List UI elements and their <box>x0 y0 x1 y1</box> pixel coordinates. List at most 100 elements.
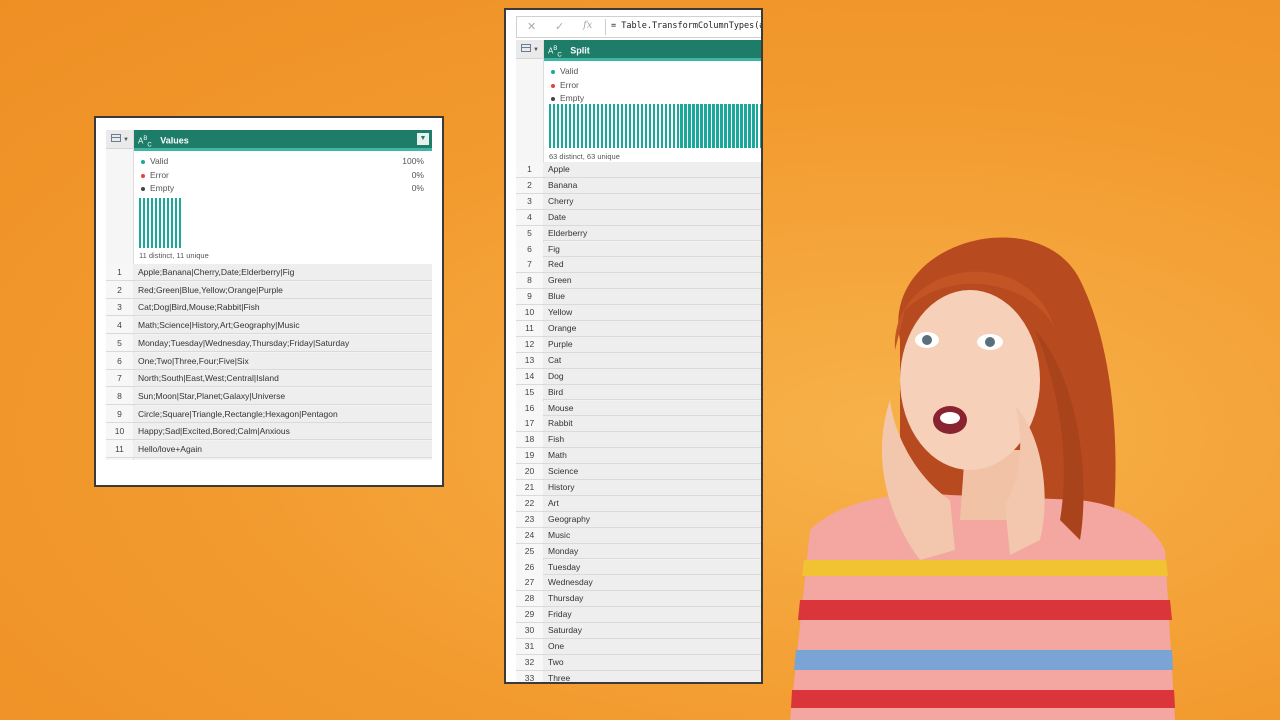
distribution-bar[interactable] <box>166 198 170 248</box>
table-row[interactable]: 24 Music <box>516 527 761 544</box>
cell-value[interactable]: Dog <box>548 369 564 385</box>
table-row[interactable]: 20 Science <box>516 464 761 480</box>
distribution-bar[interactable] <box>608 104 612 148</box>
distribution-bar[interactable] <box>724 104 727 148</box>
cell-value[interactable]: Hello/love+Again <box>138 441 202 458</box>
distribution-bar[interactable] <box>580 104 584 148</box>
distribution-bar[interactable] <box>640 104 643 148</box>
distribution-bar[interactable] <box>556 104 560 148</box>
distribution-bar[interactable] <box>592 104 596 148</box>
cell-value[interactable]: Two <box>548 655 564 671</box>
distribution-bar[interactable] <box>696 104 699 148</box>
column-header-values[interactable]: ABC Values ▼ <box>134 130 432 148</box>
cell-value[interactable]: History <box>548 480 574 496</box>
distribution-bar[interactable] <box>728 104 731 148</box>
table-row[interactable]: 2 Banana <box>516 177 761 194</box>
distribution-bar[interactable] <box>652 104 655 148</box>
table-row[interactable]: 16 Mouse <box>516 400 761 417</box>
distribution-bar[interactable] <box>142 198 146 248</box>
column-header-split[interactable]: ABC Split <box>544 40 761 58</box>
table-row[interactable]: 9 Blue <box>516 289 761 306</box>
cell-value[interactable]: Red;Green|Blue,Yellow;Orange|Purple <box>138 282 283 299</box>
distribution-bar[interactable] <box>692 104 695 148</box>
distribution-bar[interactable] <box>178 198 182 248</box>
cell-value[interactable]: Saturday <box>548 623 582 639</box>
cell-value[interactable]: Apple <box>548 162 570 178</box>
distribution-bar[interactable] <box>628 104 631 148</box>
table-row[interactable]: 32 Two <box>516 654 761 671</box>
cell-value[interactable]: Cherry <box>548 194 574 210</box>
table-row[interactable]: 31 One <box>516 639 761 655</box>
cell-value[interactable]: Banana <box>548 178 577 194</box>
distribution-bar[interactable] <box>684 104 687 148</box>
distribution-bar[interactable] <box>716 104 719 148</box>
cell-value[interactable]: Friday <box>548 607 572 623</box>
cell-value[interactable]: Fish <box>548 432 564 448</box>
table-row[interactable]: 11 Orange <box>516 321 761 337</box>
distribution-bar[interactable] <box>708 104 711 148</box>
distribution-bar[interactable] <box>700 104 703 148</box>
cell-value[interactable]: Monday <box>548 544 578 560</box>
table-row[interactable]: 9 Circle;Square|Triangle,Rectangle;Hexago… <box>106 405 432 423</box>
distribution-bar[interactable] <box>680 104 683 148</box>
table-row[interactable]: 30 Saturday <box>516 623 761 639</box>
table-row[interactable]: 3 Cherry <box>516 193 761 210</box>
distribution-bar[interactable] <box>624 104 627 148</box>
distribution-bar[interactable] <box>740 104 743 148</box>
distribution-bar[interactable] <box>748 104 751 148</box>
cell-value[interactable]: Thursday <box>548 591 583 607</box>
cell-value[interactable]: Three <box>548 671 570 682</box>
cell-value[interactable]: Rabbit <box>548 416 573 432</box>
table-row[interactable]: 22 Art <box>516 495 761 512</box>
cell-value[interactable]: Bird <box>548 385 563 401</box>
cell-value[interactable]: North;South|East,West;Central|Island <box>138 370 279 387</box>
cell-value[interactable]: Blue <box>548 289 565 305</box>
table-row[interactable]: 3 Cat;Dog|Bird,Mouse;Rabbit|Fish <box>106 299 432 317</box>
cell-value[interactable]: Math <box>548 448 567 464</box>
table-row[interactable]: 12 Purple <box>516 336 761 353</box>
cell-value[interactable]: Fig <box>548 242 560 258</box>
distribution-bar[interactable] <box>174 198 178 248</box>
table-row[interactable]: 10 Happy;Sad|Excited,Bored;Calm|Anxious <box>106 423 432 441</box>
table-row[interactable]: 6 One;Two|Three,Four;Five|Six <box>106 352 432 370</box>
distribution-bar[interactable] <box>704 104 707 148</box>
cell-value[interactable]: Music <box>548 528 570 544</box>
table-row[interactable]: 13 Cat <box>516 352 761 369</box>
cell-value[interactable]: Tuesday <box>548 560 580 576</box>
table-row[interactable]: 33 Three <box>516 670 761 682</box>
distribution-bar[interactable] <box>736 104 739 148</box>
distribution-bar[interactable] <box>616 104 620 148</box>
distribution-bar[interactable] <box>549 104 552 148</box>
distribution-bar[interactable] <box>584 104 588 148</box>
table-row[interactable]: 2 Red;Green|Blue,Yellow;Orange|Purple <box>106 281 432 299</box>
table-row[interactable]: 26 Tuesday <box>516 559 761 576</box>
cancel-icon[interactable]: ✕ <box>527 20 536 33</box>
table-row[interactable]: 8 Green <box>516 273 761 290</box>
distribution-bar[interactable] <box>656 104 659 148</box>
distribution-bar[interactable] <box>644 104 647 148</box>
cell-value[interactable]: Circle;Square|Triangle,Rectangle;Hexagon… <box>138 406 338 423</box>
cell-value[interactable]: Cat;Dog|Bird,Mouse;Rabbit|Fish <box>138 299 260 316</box>
cell-value[interactable]: Wednesday <box>548 575 593 591</box>
table-row[interactable]: 7 Red <box>516 257 761 274</box>
cell-value[interactable]: Art <box>548 496 559 512</box>
distribution-bar[interactable] <box>648 104 651 148</box>
cell-value[interactable]: Orange <box>548 321 576 337</box>
distribution-bar[interactable] <box>572 104 576 148</box>
table-row[interactable]: 8 Sun;Moon|Star,Planet;Galaxy|Universe <box>106 387 432 405</box>
cell-value[interactable]: Yellow <box>548 305 572 321</box>
distribution-bar[interactable] <box>560 104 564 148</box>
cell-value[interactable]: Mouse <box>548 401 574 417</box>
distribution-bar[interactable] <box>139 198 142 248</box>
table-row[interactable]: 11 Hello/love+Again <box>106 441 432 458</box>
distribution-bar[interactable] <box>600 104 604 148</box>
table-row[interactable]: 1 Apple <box>516 162 761 178</box>
distribution-bar[interactable] <box>150 198 154 248</box>
distribution-bar[interactable] <box>170 198 174 248</box>
table-menu-button[interactable]: ▼ <box>516 40 543 59</box>
distribution-bar[interactable] <box>660 104 663 148</box>
distribution-bar[interactable] <box>162 198 166 248</box>
table-row[interactable]: 6 Fig <box>516 241 761 258</box>
cell-value[interactable]: Elderberry <box>548 226 587 242</box>
cell-value[interactable]: Cat <box>548 353 561 369</box>
